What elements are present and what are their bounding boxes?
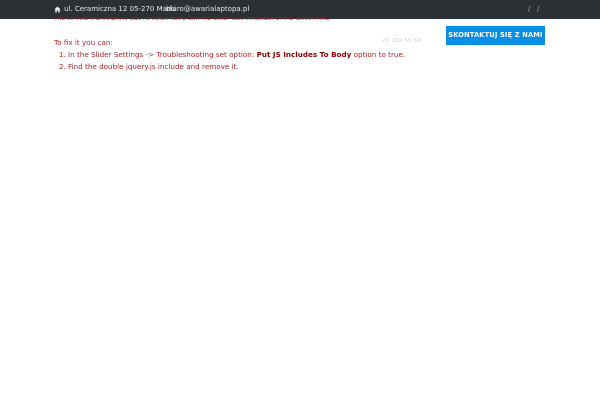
separator: / [528,5,531,13]
page: ul. Ceramiczna 12 05-270 Marki biuro@awa… [0,0,600,400]
error-intro: To fix it you can: [54,38,113,47]
fix-step-1-suffix: option to true. [351,50,406,59]
slider-version-text: 20 102 55 64 [382,38,422,44]
contact-button[interactable]: SKONTAKTUJ SIĘ Z NAMI [446,26,545,45]
separator: / [537,5,540,13]
home-icon [54,6,61,13]
fix-step-1: In the Slider Settings -> Troubleshootin… [68,49,405,61]
error-cut-line: The include the jquery.js was included t… [54,17,339,20]
fix-step-2: Find the double jquery.js include and re… [68,61,405,73]
fix-step-1-option: Put JS Includes To Body [256,50,352,59]
fix-step-1-text: In the Slider Settings -> Troubleshootin… [68,50,257,59]
fix-steps-list: In the Slider Settings -> Troubleshootin… [54,49,405,73]
slider-error-message: To fix it you can: In the Slider Setting… [54,37,405,73]
